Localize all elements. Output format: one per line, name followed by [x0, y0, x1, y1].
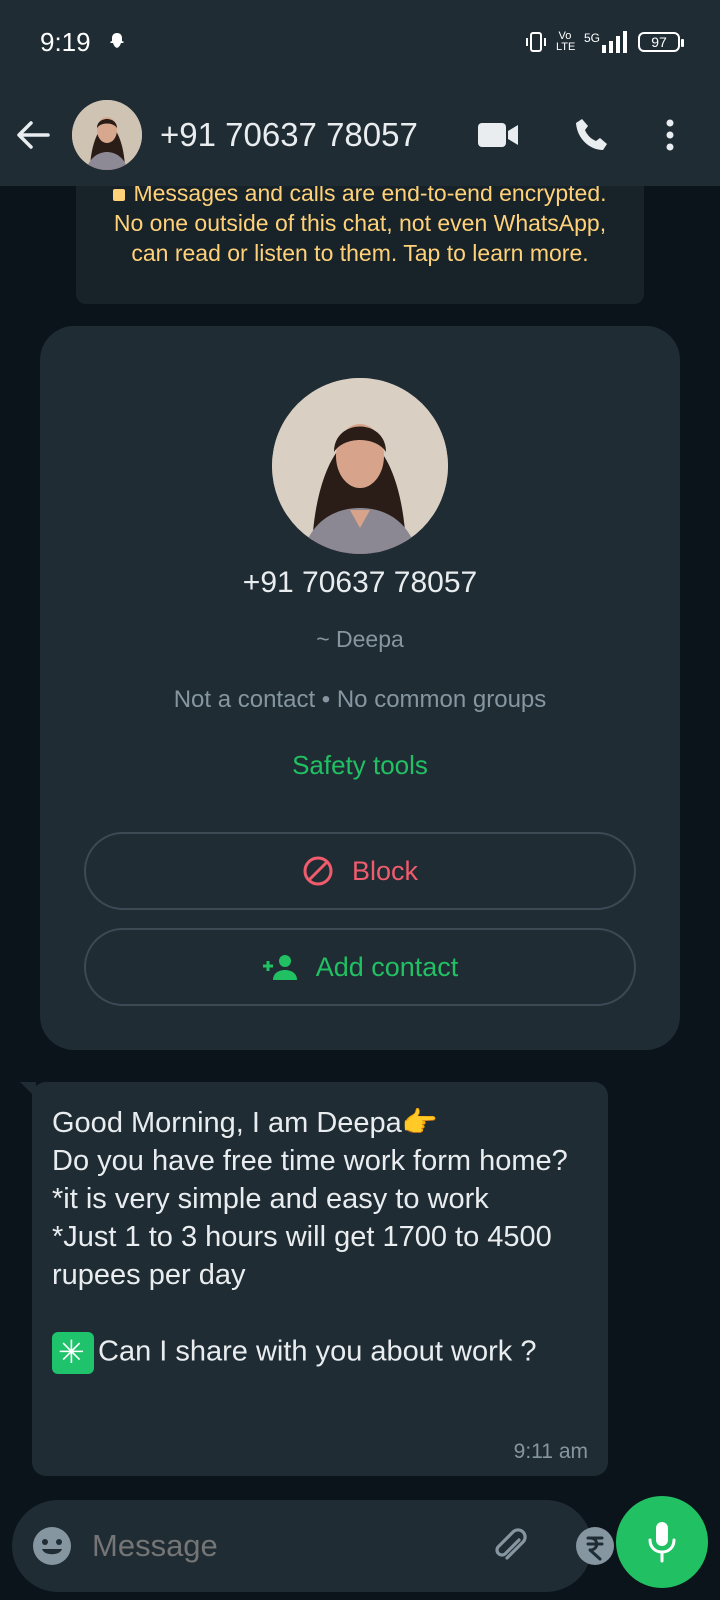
- more-options-icon[interactable]: [666, 119, 674, 151]
- contact-meta: Not a contact • No common groups: [173, 686, 547, 713]
- message-composer: [12, 1500, 700, 1592]
- vibrate-icon: [525, 31, 546, 53]
- attach-icon[interactable]: [491, 1526, 531, 1566]
- add-person-icon: [262, 953, 298, 981]
- message-input[interactable]: [92, 1528, 491, 1564]
- video-call-icon[interactable]: [478, 122, 518, 148]
- chat-area[interactable]: Messages and calls are end-to-end encryp…: [0, 186, 720, 1496]
- message-question: Can I share with you about work ?: [98, 1335, 537, 1368]
- contact-info-card: +91 70637 78057 ~ Deepa Not a contact • …: [40, 326, 680, 1050]
- volte-label: Vo LTE: [555, 30, 576, 53]
- battery-level: 97: [651, 34, 667, 50]
- contact-phone: +91 70637 78057: [242, 566, 478, 599]
- voice-message-button[interactable]: [616, 1496, 708, 1588]
- microphone-icon: [647, 1521, 677, 1563]
- add-contact-button[interactable]: Add contact: [84, 928, 636, 1006]
- contact-photo[interactable]: [272, 378, 448, 554]
- contact-name: ~ Deepa: [316, 626, 404, 652]
- safety-tools-link[interactable]: Safety tools: [40, 750, 680, 781]
- status-bar: 9:19 Vo LTE 5G 97: [0, 0, 720, 84]
- signal-icon: 5G: [584, 31, 628, 53]
- snapchat-icon: [105, 30, 129, 54]
- encryption-notice[interactable]: Messages and calls are end-to-end encryp…: [76, 186, 644, 304]
- payment-rupee-icon[interactable]: [575, 1526, 615, 1566]
- back-button[interactable]: [16, 120, 68, 150]
- voice-call-icon[interactable]: [574, 117, 610, 153]
- message-time: 9:11 am: [513, 1440, 588, 1463]
- add-contact-label: Add contact: [315, 951, 459, 982]
- battery-icon: 97: [638, 32, 684, 52]
- sparkle-icon: [52, 1332, 94, 1374]
- chat-header: +91 70637 78057: [0, 84, 720, 186]
- lock-icon: [113, 188, 126, 201]
- message-question-line: Can I share with you about work ?: [52, 1294, 588, 1374]
- emoji-icon[interactable]: [32, 1526, 72, 1566]
- chat-title[interactable]: +91 70637 78057: [160, 116, 478, 154]
- block-button[interactable]: Block: [84, 832, 636, 910]
- status-time: 9:19: [40, 26, 91, 57]
- encryption-text: Messages and calls are end-to-end encryp…: [113, 186, 607, 266]
- block-label: Block: [351, 855, 419, 886]
- incoming-message[interactable]: Good Morning, I am Deepa👉 Do you have fr…: [20, 1082, 608, 1476]
- contact-avatar[interactable]: [72, 100, 142, 170]
- message-text: Good Morning, I am Deepa👉 Do you have fr…: [52, 1107, 568, 1291]
- network-label: 5G: [583, 31, 600, 45]
- block-icon: [302, 855, 334, 887]
